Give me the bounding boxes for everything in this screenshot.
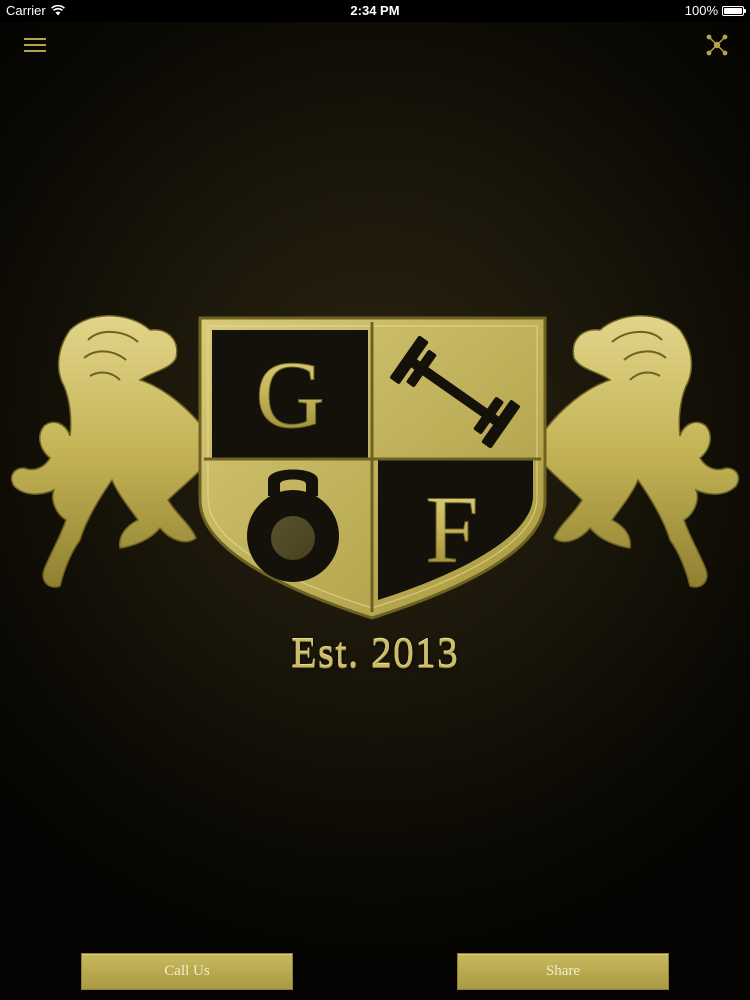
gym-crest-logo: G F	[10, 315, 740, 620]
share-button[interactable]: Share	[457, 953, 669, 990]
battery-icon	[722, 5, 746, 16]
status-time: 2:34 PM	[350, 3, 400, 18]
crest-letter-g: G	[255, 341, 324, 448]
established-year: Est. 2013	[291, 631, 459, 677]
shield-icon	[198, 316, 547, 620]
battery-indicator: 100%	[684, 3, 746, 18]
crest-letter-f: F	[425, 476, 478, 583]
hamburger-menu-icon[interactable]	[22, 34, 48, 56]
share-network-icon[interactable]	[704, 32, 730, 58]
battery-percentage: 100%	[684, 3, 718, 18]
status-bar: Carrier 2:34 PM 100%	[0, 0, 750, 22]
call-us-button[interactable]: Call Us	[81, 953, 293, 990]
app-screen: Carrier 2:34 PM 100% G F Est. 2013 Call …	[0, 0, 750, 1000]
